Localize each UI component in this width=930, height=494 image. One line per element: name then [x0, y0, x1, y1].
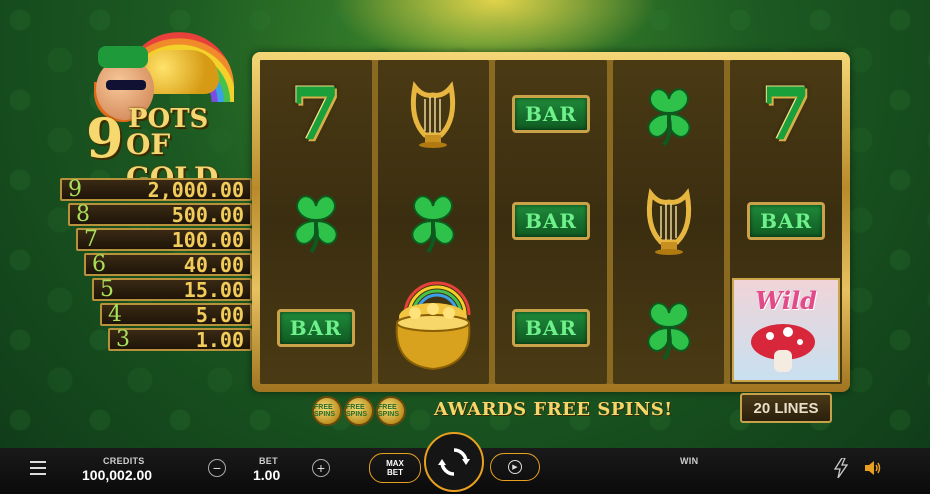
- reel-cell: BAR: [495, 167, 607, 274]
- max-bet-button[interactable]: MAX BET: [369, 453, 421, 483]
- free-spins-text: AWARDS FREE SPINS!: [434, 399, 673, 420]
- seven-symbol: 7: [290, 71, 341, 156]
- free-spins-coin: FREE SPINS: [344, 396, 374, 426]
- reels: 7 BAR BAR BAR BAR 7 BAR Wild: [260, 60, 842, 384]
- bar-symbol: BAR: [511, 308, 590, 347]
- paytable-amount: 2,000.00: [147, 177, 244, 202]
- logo-number: 9: [86, 106, 124, 170]
- credits-value: 100,002.00: [82, 467, 153, 483]
- paytable-row: 8 500.00: [68, 201, 252, 227]
- paytable-row: 3 1.00: [108, 326, 252, 352]
- reel: [612, 60, 725, 384]
- reel-cell: [613, 167, 725, 274]
- paytable-amount: 15.00: [183, 277, 244, 302]
- paytable-row: 9 2,000.00: [60, 176, 252, 202]
- reel-cell: BAR: [495, 60, 607, 167]
- clover-icon: [647, 87, 691, 146]
- harp-icon: [411, 80, 456, 148]
- credits-label: CREDITS: [103, 456, 145, 466]
- reel-cell: [378, 260, 490, 390]
- max-bet-line1: MAX: [386, 459, 404, 468]
- reel-cell: [378, 60, 490, 167]
- clover-icon: [294, 194, 338, 253]
- menu-icon[interactable]: [30, 461, 46, 475]
- paytable-amount: 100.00: [171, 227, 244, 252]
- win-label: WIN: [680, 456, 699, 466]
- bar-symbol: BAR: [747, 201, 826, 240]
- spin-button[interactable]: [424, 432, 484, 492]
- paytable-amount: 40.00: [183, 252, 244, 277]
- paytable-count: 9: [68, 176, 82, 202]
- paytable-count: 8: [76, 201, 90, 227]
- paytable-amount: 5.00: [195, 302, 244, 327]
- wild-symbol: Wild: [732, 278, 840, 382]
- paytable-amount: 1.00: [195, 327, 244, 352]
- leprechaun-glasses: [106, 80, 146, 90]
- paytable-amount: 500.00: [171, 202, 244, 227]
- spin-arrows-icon: [438, 448, 470, 476]
- bar-symbol: BAR: [511, 94, 590, 133]
- seven-symbol: 7: [761, 71, 812, 156]
- paytable-row: 4 5.00: [100, 301, 252, 327]
- reels-frame: 7 BAR BAR BAR BAR 7 BAR Wild: [252, 52, 850, 392]
- wild-label: Wild: [755, 286, 817, 315]
- turbo-lightning-icon[interactable]: [834, 458, 848, 478]
- game-logo: 9 POTS OF GOLD: [84, 32, 244, 194]
- reel: 7 BAR: [260, 60, 372, 384]
- bet-increase-button[interactable]: +: [312, 459, 330, 477]
- sound-icon[interactable]: [864, 460, 882, 476]
- autoplay-icon: ▶: [508, 460, 522, 474]
- paytable: 9 2,000.00 8 500.00 7 100.00 6 40.00 5 15.00 4 5.00…: [60, 178, 252, 353]
- free-spins-coin: FREE SPINS: [376, 396, 406, 426]
- paytable-count: 5: [100, 276, 114, 302]
- reel-cell: [260, 167, 372, 274]
- reel-cell: BAR: [495, 274, 607, 381]
- reel: 7 BAR Wild: [730, 60, 842, 384]
- paytable-count: 7: [84, 226, 98, 252]
- clover-icon: [647, 301, 691, 360]
- pot-of-gold-icon: [396, 281, 471, 371]
- paytable-count: 6: [92, 251, 106, 277]
- free-spins-coin: FREE SPINS: [312, 396, 342, 426]
- reel: BAR BAR BAR: [495, 60, 607, 384]
- paytable-row: 6 40.00: [84, 251, 252, 277]
- bar-symbol: BAR: [511, 201, 590, 240]
- reel-cell: 7: [260, 60, 372, 167]
- paytable-count: 4: [108, 301, 122, 327]
- bar-symbol: BAR: [276, 308, 355, 347]
- bet-decrease-button[interactable]: −: [208, 459, 226, 477]
- reel-cell: BAR: [260, 274, 372, 381]
- harp-icon: [646, 187, 691, 255]
- reel: [377, 60, 490, 384]
- paytable-count: 3: [116, 326, 130, 352]
- reel-cell: 7: [730, 60, 842, 167]
- reel-cell: [613, 60, 725, 167]
- clover-icon: [411, 194, 455, 253]
- mushroom-icon: [751, 324, 816, 372]
- max-bet-line2: BET: [387, 468, 403, 477]
- bet-value: 1.00: [253, 467, 281, 483]
- autoplay-button[interactable]: ▶: [490, 453, 540, 481]
- reel-cell: [378, 167, 490, 274]
- lines-badge: 20 LINES: [740, 393, 832, 423]
- logo-title: 9 POTS OF GOLD: [84, 102, 244, 194]
- reel-cell: [613, 274, 725, 381]
- paytable-row: 7 100.00: [76, 226, 252, 252]
- reel-cell: BAR: [730, 167, 842, 274]
- paytable-row: 5 15.00: [92, 276, 252, 302]
- bet-label: BET: [259, 456, 278, 466]
- leprechaun-hat: [98, 46, 148, 68]
- free-spins-coins: FREE SPINS FREE SPINS FREE SPINS: [312, 396, 406, 426]
